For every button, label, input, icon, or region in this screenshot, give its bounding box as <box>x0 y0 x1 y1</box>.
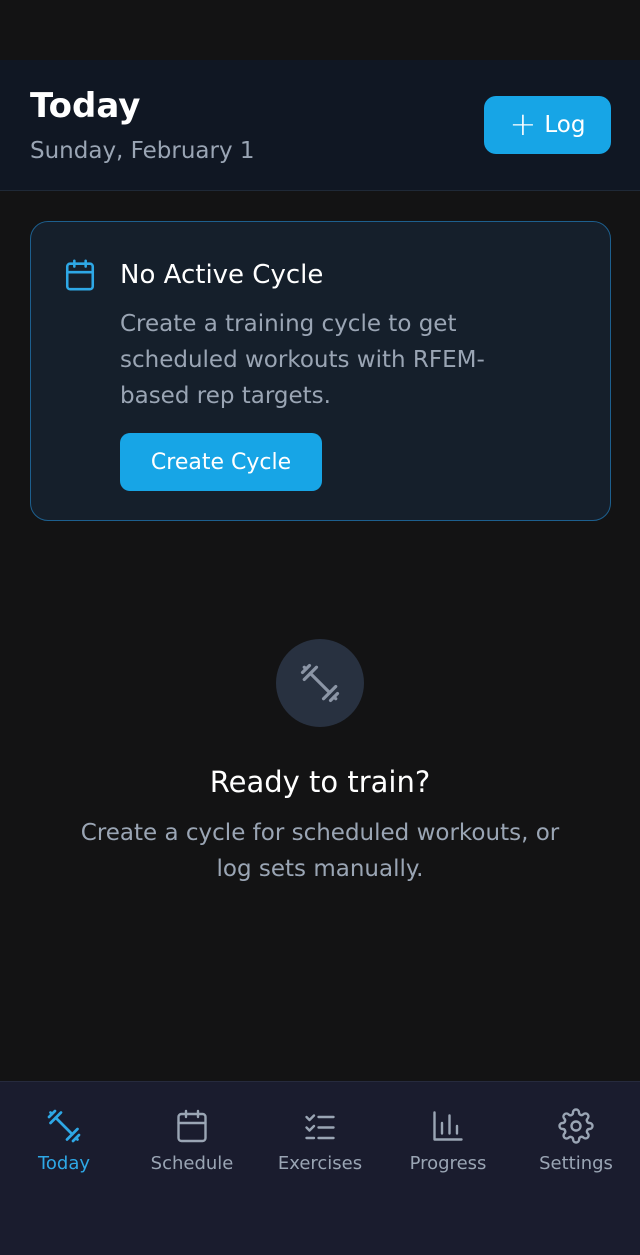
create-cycle-button[interactable]: Create Cycle <box>120 433 322 491</box>
cycle-card-title: No Active Cycle <box>120 260 324 290</box>
nav-label-today: Today <box>37 1153 91 1174</box>
nav-item-today[interactable]: Today <box>0 1108 128 1188</box>
nav-label-exercises: Exercises <box>277 1153 363 1174</box>
empty-state-title: Ready to train? <box>209 765 431 799</box>
page-title: Today <box>30 86 141 126</box>
gear-icon <box>558 1108 594 1144</box>
calendar-icon <box>177 1109 207 1143</box>
cycle-card-description: Create a training cycle to get scheduled… <box>120 311 485 409</box>
plus-icon: + <box>509 104 537 143</box>
no-active-cycle-card: No Active Cycle Create a training cycle … <box>30 221 611 521</box>
page-date: Sunday, February 1 <box>30 138 255 164</box>
dumbbell-icon <box>300 663 340 703</box>
nav-item-settings[interactable]: Settings <box>512 1108 640 1188</box>
checklist-icon <box>305 1114 335 1140</box>
dumbbell-icon <box>47 1109 81 1143</box>
log-button[interactable]: + Log <box>484 96 611 154</box>
empty-state-icon-badge <box>276 639 364 727</box>
nav-item-schedule[interactable]: Schedule <box>128 1108 256 1188</box>
bottom-nav: Today Schedule Exercises Progress Settin… <box>0 1081 640 1255</box>
status-bar <box>0 0 640 60</box>
empty-state-description: Create a cycle for scheduled workouts, o… <box>80 820 560 882</box>
nav-item-progress[interactable]: Progress <box>384 1108 512 1188</box>
calendar-icon <box>65 259 95 291</box>
log-button-label: Log <box>544 112 586 138</box>
nav-item-exercises[interactable]: Exercises <box>256 1108 384 1188</box>
nav-label-schedule: Schedule <box>150 1153 234 1174</box>
bar-chart-icon <box>433 1111 463 1141</box>
nav-label-settings: Settings <box>539 1153 613 1174</box>
nav-label-progress: Progress <box>409 1153 487 1174</box>
